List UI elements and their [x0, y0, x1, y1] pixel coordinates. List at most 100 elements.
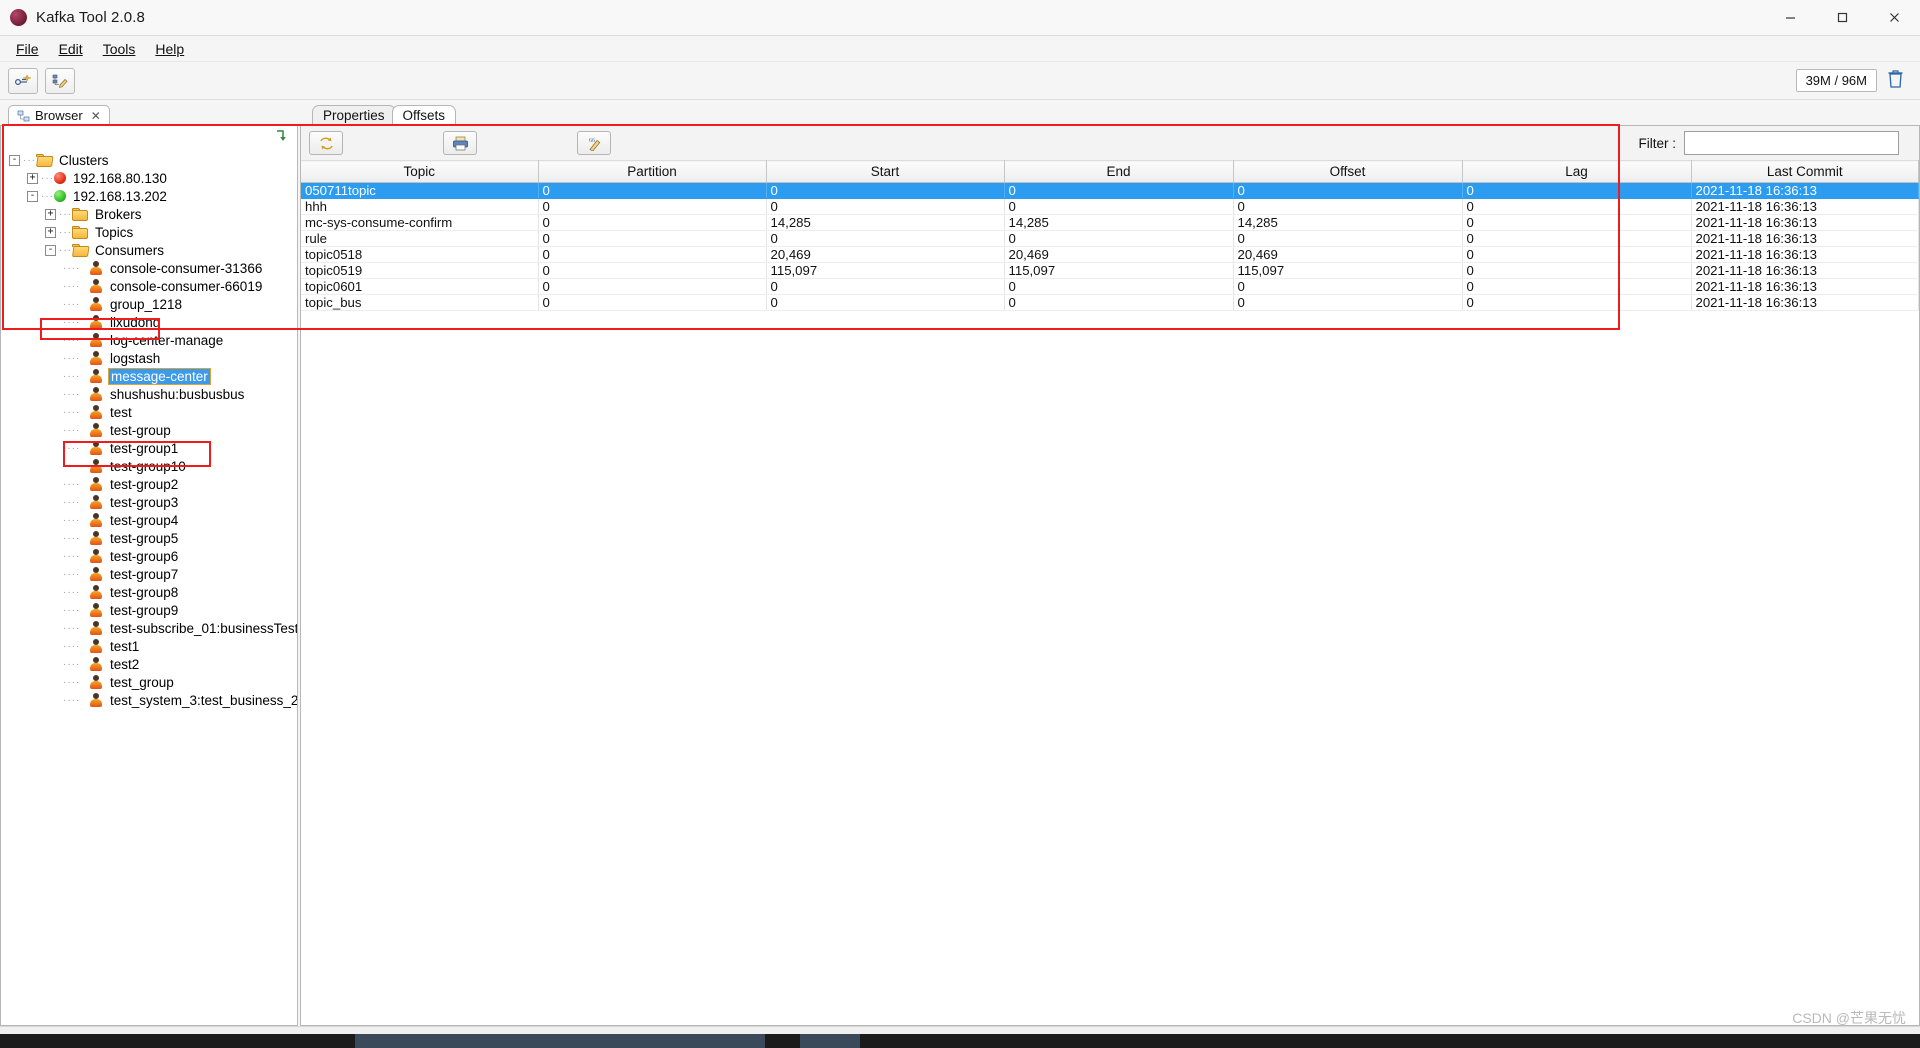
collapse-icon[interactable]: -: [45, 244, 56, 256]
cluster-tree[interactable]: - ··· Clusters + ··· 192.168.80.130- ··· 192.16…: [0, 145, 298, 1026]
tree-node[interactable]: ···· console-consumer-31366: [1, 259, 297, 277]
tree-node[interactable]: ···· test-group9: [1, 601, 297, 619]
taskbar-item[interactable]: [800, 1034, 860, 1048]
tree-connector: ···: [59, 244, 72, 256]
tree-node[interactable]: ···· test-group8: [1, 583, 297, 601]
tree-node[interactable]: ···· test_group: [1, 673, 297, 691]
tab-browser[interactable]: Browser ✕: [8, 105, 110, 126]
table-cell: 2021-11-18 16:36:13: [1691, 230, 1919, 247]
svg-text:66: 66: [589, 138, 595, 144]
kafka-tool-window: Kafka Tool 2.0.8 File Edit Tools Help 39…: [0, 0, 1920, 1048]
tab-properties[interactable]: Properties: [312, 105, 396, 126]
column-header[interactable]: Start: [766, 160, 1005, 183]
tree-node[interactable]: ···· test-group3: [1, 493, 297, 511]
tree-node[interactable]: - ··· Clusters: [1, 151, 297, 169]
column-header[interactable]: End: [1004, 160, 1234, 183]
table-cell: 0: [538, 214, 767, 231]
tree-node-label: message-center: [108, 367, 211, 385]
table-cell: 0: [1233, 198, 1463, 215]
table-row[interactable]: topic_bus 0 0 0 0 0 2021-11-18 16:36:13: [301, 294, 1919, 311]
tab-offsets[interactable]: Offsets: [391, 105, 457, 126]
tree-node[interactable]: + ··· Brokers: [1, 205, 297, 223]
tree-connector: ···: [41, 172, 54, 184]
table-row[interactable]: topic0519 0 115,097 115,097 115,097 0 2021-11-…: [301, 262, 1919, 279]
table-cell: 050711topic: [301, 182, 539, 199]
filter-input[interactable]: [1684, 131, 1899, 155]
tree-node-label: Brokers: [95, 206, 142, 222]
consumer-icon: [89, 387, 103, 401]
tree-connector: ····: [63, 460, 81, 472]
tree-node[interactable]: + ··· 192.168.80.130: [1, 169, 297, 187]
table-row[interactable]: rule 0 0 0 0 0 2021-11-18 16:36:13: [301, 230, 1919, 247]
offsets-table-wrapper[interactable]: Topic Partition Start End Offset Lag Last Comm…: [301, 160, 1919, 1025]
menu-file[interactable]: File: [6, 39, 49, 59]
taskbar-item[interactable]: [355, 1034, 765, 1048]
tree-node[interactable]: ···· message-center: [1, 367, 297, 385]
column-header[interactable]: Topic: [301, 160, 539, 183]
tree-node[interactable]: ···· test: [1, 403, 297, 421]
menu-tools[interactable]: Tools: [93, 39, 146, 59]
tree-node-label: console-consumer-31366: [110, 260, 263, 276]
expand-icon[interactable]: +: [27, 172, 38, 184]
tree-node[interactable]: - ··· Consumers: [1, 241, 297, 259]
tree-connector: ····: [63, 334, 81, 346]
tree-node[interactable]: - ··· 192.168.13.202: [1, 187, 297, 205]
tree-node[interactable]: ···· test-group5: [1, 529, 297, 547]
consumer-icon: [89, 459, 103, 473]
tree-node[interactable]: ···· test-group: [1, 421, 297, 439]
maximize-button[interactable]: [1816, 0, 1868, 35]
tree-node[interactable]: ···· test-subscribe_01:businessTest1: [1, 619, 297, 637]
table-cell: 0: [538, 262, 767, 279]
column-header[interactable]: Lag: [1462, 160, 1692, 183]
table-cell: rule: [301, 230, 539, 247]
tree-node[interactable]: ···· shushushu:busbusbus: [1, 385, 297, 403]
expand-icon[interactable]: +: [45, 208, 56, 220]
minimize-button[interactable]: [1764, 0, 1816, 35]
table-cell: 2021-11-18 16:36:13: [1691, 214, 1919, 231]
menu-help[interactable]: Help: [145, 39, 194, 59]
refresh-button[interactable]: [309, 131, 343, 155]
table-row[interactable]: hhh 0 0 0 0 0 2021-11-18 16:36:13: [301, 198, 1919, 215]
table-cell: 14,285: [1004, 214, 1234, 231]
print-button[interactable]: [443, 131, 477, 155]
column-header[interactable]: Last Commit: [1691, 160, 1919, 183]
expand-icon[interactable]: +: [45, 226, 56, 238]
table-row[interactable]: 050711topic 0 0 0 0 0 2021-11-18 16:36:13: [301, 182, 1919, 199]
table-row[interactable]: mc-sys-consume-confirm 0 14,285 14,285 14,28…: [301, 214, 1919, 231]
close-icon[interactable]: ✕: [91, 109, 101, 123]
tree-node[interactable]: ···· test-group1: [1, 439, 297, 457]
column-header[interactable]: Offset: [1233, 160, 1463, 183]
table-row[interactable]: topic0518 0 20,469 20,469 20,469 0 2021-11-18 …: [301, 246, 1919, 263]
tree-node[interactable]: + ··· Topics: [1, 223, 297, 241]
close-button[interactable]: [1868, 0, 1920, 35]
tree-node[interactable]: ···· lixudong: [1, 313, 297, 331]
edit-cluster-button[interactable]: [45, 67, 75, 94]
tree-node[interactable]: ···· test-group10: [1, 457, 297, 475]
add-cluster-button[interactable]: [8, 67, 38, 94]
tree-node[interactable]: ···· test_system_3:test_business_2: [1, 691, 297, 709]
jump-to-icon[interactable]: [275, 129, 288, 142]
tree-node[interactable]: ···· test-group7: [1, 565, 297, 583]
tree-node[interactable]: ···· test1: [1, 637, 297, 655]
menu-edit[interactable]: Edit: [49, 39, 93, 59]
collapse-icon[interactable]: -: [9, 154, 20, 166]
tree-node[interactable]: ···· test-group2: [1, 475, 297, 493]
tree-connector: ····: [63, 676, 81, 688]
tree-node[interactable]: ···· group_1218: [1, 295, 297, 313]
tree-node[interactable]: ···· test-group6: [1, 547, 297, 565]
column-header[interactable]: Partition: [538, 160, 767, 183]
table-cell: 0: [1462, 198, 1692, 215]
tree-node[interactable]: ···· test2: [1, 655, 297, 673]
status-bar: [0, 1026, 1920, 1048]
trash-icon[interactable]: [1887, 69, 1904, 93]
table-row[interactable]: topic0601 0 0 0 0 0 2021-11-18 16:36:13: [301, 278, 1919, 295]
tree-node-label: Consumers: [95, 242, 165, 258]
edit-button[interactable]: 66: [577, 131, 611, 155]
consumer-icon: [89, 549, 103, 563]
tree-node[interactable]: ···· log-center-manage: [1, 331, 297, 349]
tree-node[interactable]: ···· test-group4: [1, 511, 297, 529]
tree-node[interactable]: ···· logstash: [1, 349, 297, 367]
tree-node[interactable]: ···· console-consumer-66019: [1, 277, 297, 295]
collapse-icon[interactable]: -: [27, 190, 38, 202]
tree-connector: ····: [63, 370, 81, 382]
